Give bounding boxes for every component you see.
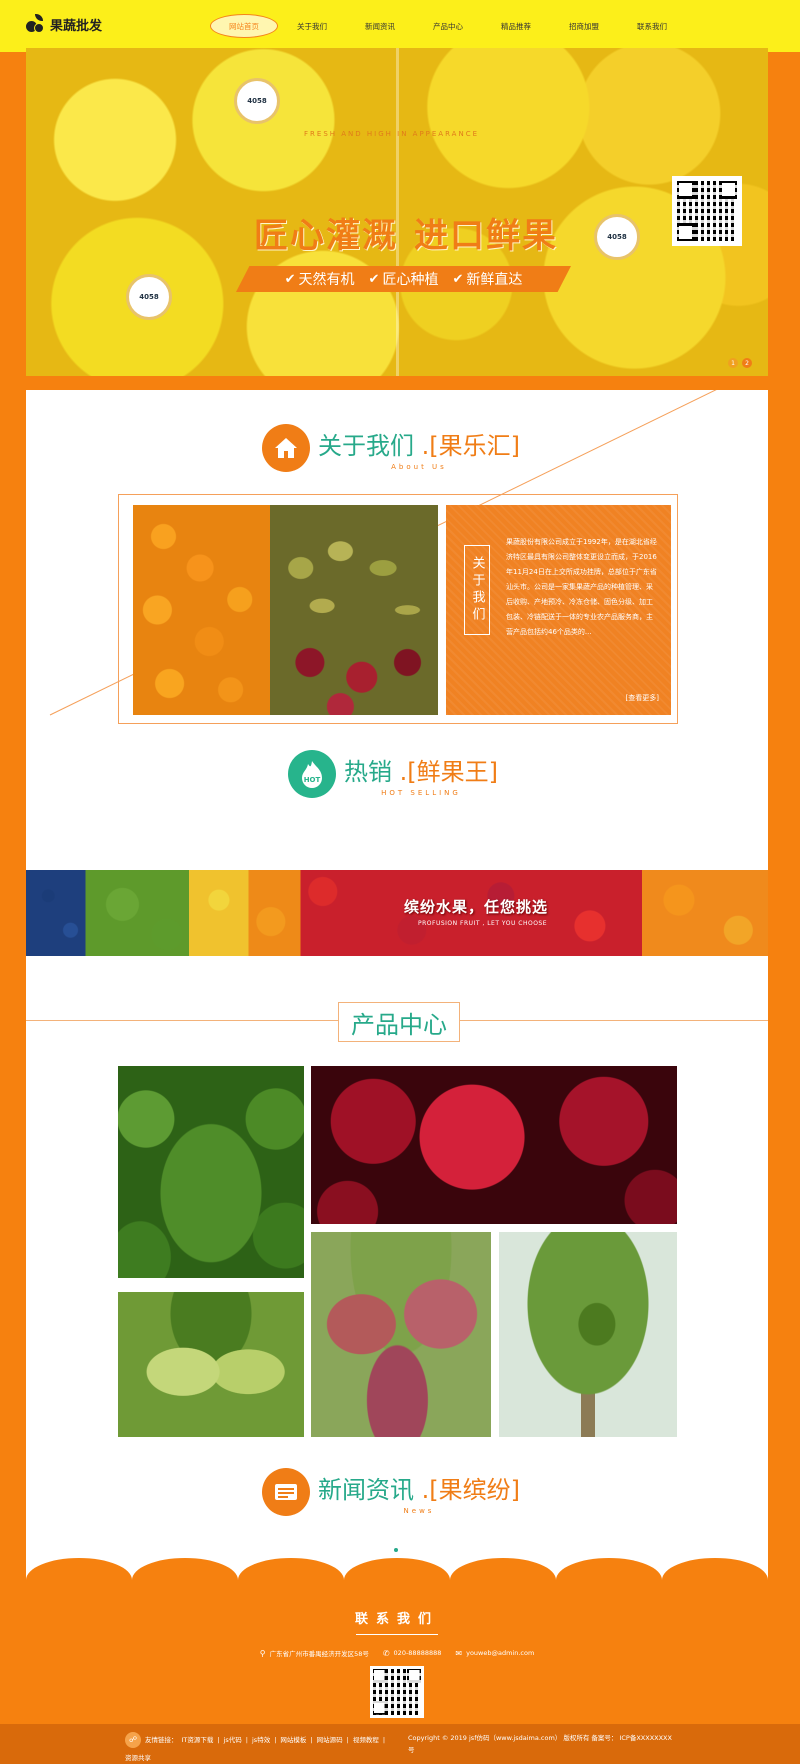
friend-link[interactable]: 网站源码 — [317, 1734, 343, 1746]
hot-title: 热销 — [344, 757, 392, 786]
product-coconut[interactable] — [499, 1232, 677, 1437]
hero-subtitle: FRESH AND HIGH IN APPEARANCE — [304, 130, 480, 138]
about-vertical-label: 关于我们 — [464, 545, 490, 635]
slider-dots: 1 2 — [728, 358, 752, 368]
friend-link[interactable]: IT资源下载 — [182, 1734, 214, 1746]
news-title-en: News — [403, 1506, 435, 1515]
check-icon: ✔ — [284, 271, 296, 287]
nav-item-news[interactable]: 新闻资讯 — [346, 14, 414, 38]
svg-text:HOT: HOT — [304, 776, 321, 784]
hero-banner[interactable]: 4058 4058 4058 FRESH AND HIGH IN APPEARA… — [26, 48, 768, 376]
friend-links-label: 友情链接： — [145, 1736, 178, 1744]
product-red-grapes[interactable] — [311, 1232, 491, 1437]
nav-item-contact[interactable]: 联系我们 — [618, 14, 686, 38]
fruit-banner[interactable]: 缤纷水果，任您挑选 PROFUSION FRUIT , LET YOU CHOO… — [26, 870, 768, 956]
nav-item-about[interactable]: 关于我们 — [278, 14, 346, 38]
hero-feature-ribbon: ✔ 天然有机 ✔ 匠心种植 ✔ 新鲜直达 — [236, 266, 571, 292]
footer-qr-code — [370, 1666, 424, 1718]
feature-organic: ✔ 天然有机 — [284, 271, 355, 289]
news-icon — [262, 1468, 310, 1516]
footer: 联系我们 ⚲ 广东省广州市番禺经济开发区58号 ✆ 020-88888888 ✉ yo… — [26, 1558, 768, 1730]
hot-title-en: HOT SELLING — [381, 788, 461, 797]
nav-item-franchise[interactable]: 招商加盟 — [550, 14, 618, 38]
product-cherry[interactable] — [311, 1066, 677, 1224]
nav-item-home[interactable]: 网站首页 — [210, 14, 278, 38]
hero-title: 匠心灌溉 进口鲜果 — [254, 208, 558, 257]
location-pin-icon: ⚲ — [259, 1648, 266, 1658]
news-section-title: 新闻资讯 .[果缤纷] News — [262, 1468, 520, 1516]
product-green-grapes[interactable] — [118, 1292, 304, 1437]
banner-slogan: 缤纷水果，任您挑选 — [404, 898, 549, 916]
hero-title-left: 匠心灌溉 — [254, 216, 398, 256]
check-icon: ✔ — [452, 271, 464, 287]
read-more-link[interactable]: [查看更多] — [626, 693, 659, 703]
mail-icon: ✉ — [455, 1648, 463, 1658]
feature-fresh: ✔ 新鲜直达 — [452, 271, 523, 289]
friend-link[interactable]: js代码 — [224, 1734, 242, 1746]
slide-dot-2[interactable]: 2 — [742, 358, 752, 368]
slide-dot-1[interactable]: 1 — [728, 358, 738, 368]
about-description: 果蔬股份有限公司成立于1992年，是在湖北省经济特区最具有限公司整体变更设立而成… — [506, 538, 657, 636]
contact-phone: ✆ 020-88888888 — [382, 1648, 442, 1658]
bottom-bar: ☍ 友情链接： IT资源下载 | js代码 | js特效 | 网站模板 | 网站源码 | … — [0, 1724, 800, 1764]
friend-link[interactable]: 视频教程 — [353, 1734, 379, 1746]
about-box: 关于我们 果蔬股份有限公司成立于1992年，是在湖北省经济特区最具有限公司整体变… — [118, 494, 678, 724]
main-nav: 网站首页 关于我们 新闻资讯 产品中心 精品推荐 招商加盟 联系我们 — [210, 14, 686, 38]
about-fruit-photo — [133, 505, 438, 715]
hot-title-highlight: .[鲜果王] — [399, 757, 498, 786]
top-navbar: 果蔬批发 网站首页 关于我们 新闻资讯 产品中心 精品推荐 招商加盟 联系我们 — [0, 0, 800, 52]
friend-link[interactable]: 网站模板 — [280, 1734, 306, 1746]
products-title: 产品中心 — [338, 1002, 460, 1042]
news-title-highlight: .[果缤纷] — [421, 1475, 520, 1504]
nav-item-products[interactable]: 产品中心 — [414, 14, 482, 38]
friend-link[interactable]: 资源共享 — [125, 1752, 151, 1764]
site-name: 果蔬批发 — [50, 18, 103, 34]
lemon-sticker: 4058 — [126, 274, 172, 320]
hot-section-title: HOT 热销 .[鲜果王] HOT SELLING — [288, 750, 498, 798]
lemon-sticker: 4058 — [234, 78, 280, 124]
lemon-sticker: 4058 — [594, 214, 640, 260]
news-pager-dot[interactable] — [394, 1548, 398, 1552]
hot-icon: HOT — [288, 750, 336, 798]
link-icon: ☍ — [125, 1732, 141, 1748]
news-title: 新闻资讯 — [318, 1475, 414, 1504]
product-avocado[interactable] — [118, 1066, 304, 1278]
feature-craft: ✔ 匠心种植 — [368, 271, 439, 289]
phone-icon: ✆ — [382, 1648, 390, 1658]
hero-qr-code — [672, 176, 742, 246]
banner-slogan-en: PROFUSION FRUIT , LET YOU CHOOSE — [418, 920, 548, 927]
footer-scallop-edge — [26, 1558, 768, 1602]
site-logo[interactable]: 果蔬批发 — [26, 14, 102, 34]
contact-title: 联系我们 — [354, 1612, 439, 1627]
friend-link[interactable]: js特效 — [252, 1734, 270, 1746]
contact-email[interactable]: ✉ youweb@admin.com — [455, 1648, 534, 1658]
contact-underline — [356, 1634, 438, 1635]
hero-title-right: 进口鲜果 — [414, 216, 558, 256]
friend-links: ☍ 友情链接： IT资源下载 | js代码 | js特效 | 网站模板 | 网站源码 | … — [125, 1732, 395, 1764]
nav-item-featured[interactable]: 精品推荐 — [482, 14, 550, 38]
contact-info: ⚲ 广东省广州市番禺经济开发区58号 ✆ 020-88888888 ✉ youweb@… — [26, 1648, 768, 1659]
about-card: 关于我们 果蔬股份有限公司成立于1992年，是在湖北省经济特区最具有限公司整体变… — [446, 505, 671, 715]
main-content: 关于我们 .[果乐汇] About Us 关于我们 果蔬股份有限公司成立于199… — [26, 390, 768, 1600]
check-icon: ✔ — [368, 271, 380, 287]
copyright-text: Copyright © 2019 jsf仿码（www.jsdaima.com） … — [408, 1734, 672, 1754]
cherry-logo-icon — [26, 14, 46, 34]
contact-address: ⚲ 广东省广州市番禺经济开发区58号 — [259, 1648, 369, 1659]
